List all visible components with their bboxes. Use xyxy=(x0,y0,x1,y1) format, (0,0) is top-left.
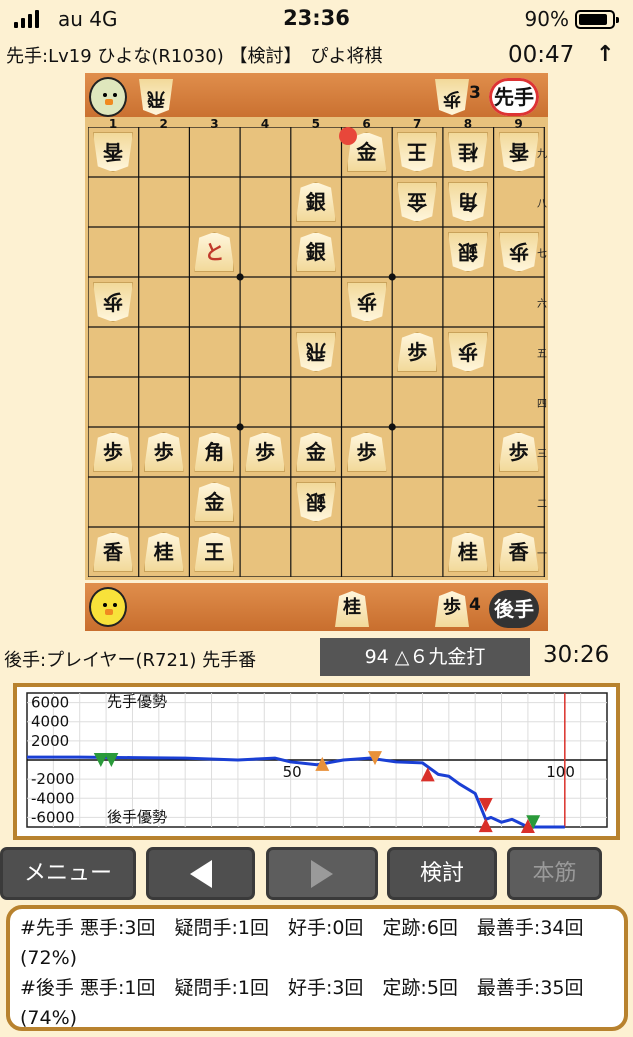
shogi-piece[interactable]: 歩 xyxy=(143,432,184,472)
honsuji-button[interactable]: 本筋 xyxy=(507,847,602,900)
shogi-piece[interactable]: 金 xyxy=(295,432,336,472)
shogi-piece[interactable]: 金 xyxy=(397,182,437,222)
gote-summary: #後手 悪手:1回 疑問手:1回 好手:3回 定跡:5回 最善手:35回(74%… xyxy=(20,977,584,1029)
shogi-piece[interactable]: 香 xyxy=(498,532,539,572)
bottom-hand-piece[interactable]: 歩 xyxy=(435,591,469,627)
menu-button[interactable]: メニュー xyxy=(0,847,136,900)
bottom-hand-piece[interactable]: 桂 xyxy=(335,591,369,627)
shogi-piece[interactable]: 王 xyxy=(194,532,235,572)
last-move-box: 94 △６九金打 xyxy=(320,638,530,676)
sente-summary: #先手 悪手:3回 疑問手:1回 好手:0回 定跡:6回 最善手:34回(72%… xyxy=(20,917,584,969)
shogi-piece[interactable]: 歩 xyxy=(448,332,488,372)
chick-avatar-icon[interactable] xyxy=(89,587,127,627)
shogi-piece[interactable]: 歩 xyxy=(498,432,539,472)
annotation-label: 後手優勢 xyxy=(107,808,167,826)
y-tick-label: 6000 xyxy=(31,694,69,712)
shogi-piece[interactable]: 歩 xyxy=(499,232,539,272)
turn-info: 後手:プレイヤー(R721) 先手番 xyxy=(4,650,257,671)
shogi-piece[interactable]: 香 xyxy=(93,132,133,172)
shogi-piece[interactable]: 香 xyxy=(499,132,539,172)
shogi-piece[interactable]: 銀 xyxy=(295,232,336,272)
shogi-piece[interactable]: 歩 xyxy=(93,432,133,472)
battery-icon xyxy=(575,10,619,29)
game-info: 先手:Lv19 ひよな(R1030) 【検討】 ぴよ将棋 xyxy=(6,46,383,67)
sente-badge: 先手 xyxy=(489,78,539,116)
shogi-piece[interactable]: 王 xyxy=(397,132,437,172)
top-hand-piece[interactable]: 歩 xyxy=(435,79,469,115)
shogi-board[interactable]: 123456789 九八七六五四三二一 香金王桂香銀金角と銀銀歩歩歩飛歩歩歩歩角… xyxy=(85,117,548,580)
shogi-piece[interactable]: 香 xyxy=(93,532,133,572)
y-tick-label: -2000 xyxy=(31,770,75,788)
status-bar: au 4G 23:36 90% xyxy=(0,0,633,40)
x-tick-label: 50 xyxy=(283,763,302,781)
top-hand-bar: 飛 歩 3 xyxy=(85,73,548,121)
shogi-piece[interactable]: 歩 xyxy=(397,332,438,372)
top-hand-count: 3 xyxy=(469,83,481,103)
shogi-piece[interactable]: 歩 xyxy=(346,432,387,472)
prev-button[interactable] xyxy=(146,847,255,900)
shogi-piece[interactable]: 桂 xyxy=(143,532,184,572)
evaluation-graph[interactable]: 6000 4000 2000 -2000 -4000 -6000 50 100 先手優勢後手優勢 xyxy=(13,683,620,840)
arrow-right-icon xyxy=(311,860,333,888)
shogi-piece[interactable]: 桂 xyxy=(447,532,488,572)
shogi-piece[interactable]: 角 xyxy=(194,432,235,472)
arrow-left-icon xyxy=(189,860,212,888)
game-timer: 30:26 xyxy=(543,642,610,668)
bottom-hand-bar: 桂 歩 4 xyxy=(85,583,548,631)
y-tick-label: 2000 xyxy=(31,732,69,750)
up-arrow-icon[interactable]: ↑ xyxy=(596,42,614,67)
y-tick-label: 4000 xyxy=(31,713,69,731)
shogi-piece[interactable]: 歩 xyxy=(245,432,286,472)
shogi-piece[interactable]: 飛 xyxy=(296,332,336,372)
x-tick-label: 100 xyxy=(546,763,575,781)
shogi-piece[interactable]: 角 xyxy=(448,182,488,222)
annotation-label: 先手優勢 xyxy=(107,692,167,710)
shogi-piece[interactable]: 銀 xyxy=(448,232,488,272)
elapsed-time: 00:47 xyxy=(508,42,575,68)
shogi-piece[interactable]: と xyxy=(194,232,235,272)
gote-badge: 後手 xyxy=(489,590,539,628)
last-move-marker xyxy=(339,127,357,145)
kentou-button[interactable]: 検討 xyxy=(387,847,497,900)
chick-avatar-icon[interactable] xyxy=(89,77,127,117)
shogi-piece[interactable]: 金 xyxy=(194,482,235,522)
y-tick-label: -4000 xyxy=(31,789,75,807)
bottom-hand-count: 4 xyxy=(469,595,481,615)
evaluation-chart: 600040002000 -2000-4000-6000 50 100 先手優勢後手優勢 xyxy=(26,692,608,834)
shogi-piece[interactable]: 銀 xyxy=(296,482,336,522)
shogi-piece[interactable]: 銀 xyxy=(295,182,336,222)
y-tick-label: -6000 xyxy=(31,808,75,826)
battery-percent: 90% xyxy=(524,7,569,31)
shogi-piece[interactable]: 歩 xyxy=(347,282,387,322)
analysis-summary: #先手 悪手:3回 疑問手:1回 好手:0回 定跡:6回 最善手:34回(72%… xyxy=(6,905,628,1031)
shogi-piece[interactable]: 歩 xyxy=(93,282,133,322)
shogi-piece[interactable]: 桂 xyxy=(448,132,488,172)
top-hand-piece[interactable]: 飛 xyxy=(139,79,173,115)
next-button[interactable] xyxy=(266,847,378,900)
